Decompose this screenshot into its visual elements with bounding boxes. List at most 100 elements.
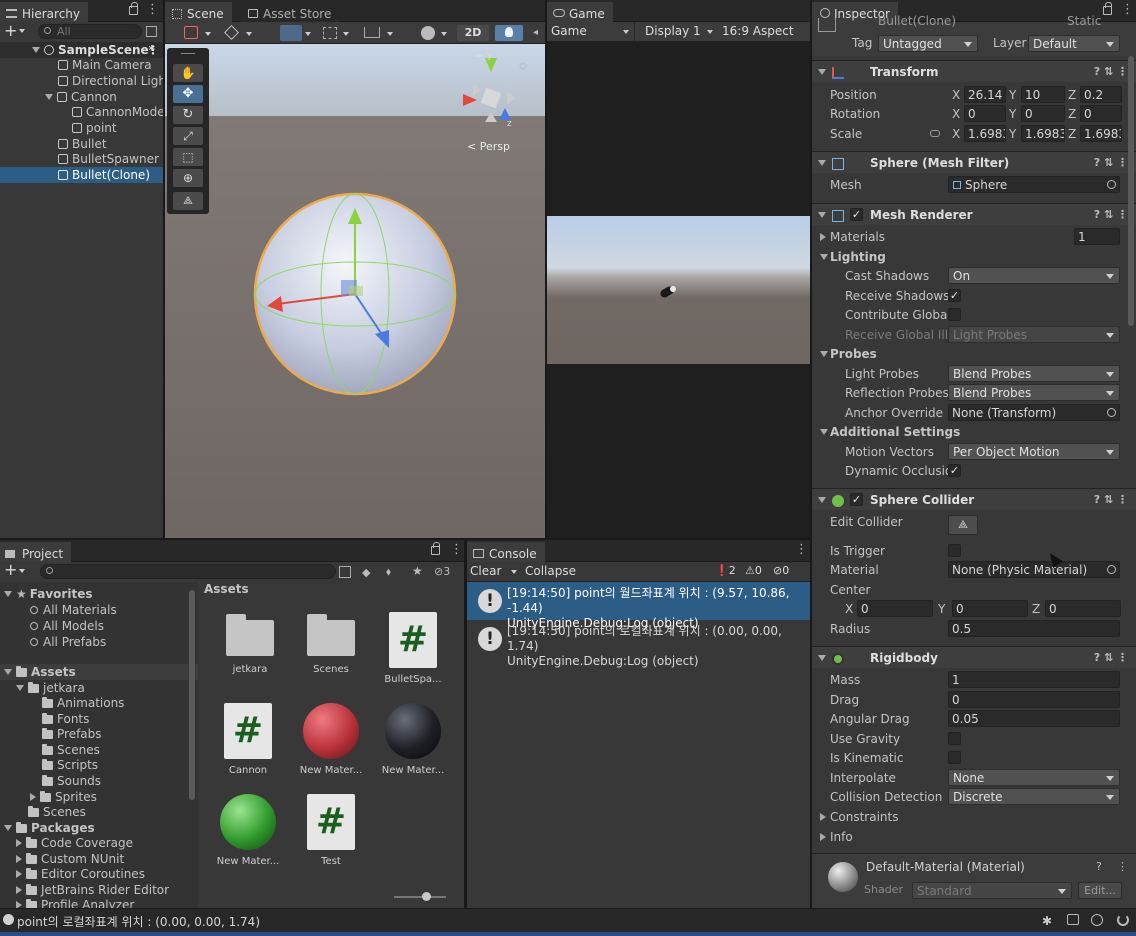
mesh-renderer-enabled-checkbox[interactable]: ✓ [850, 208, 863, 221]
package-editor-coroutines[interactable]: Editor Coroutines [0, 866, 198, 882]
snap-increment-icon[interactable] [323, 27, 337, 39]
angular-drag-field[interactable]: 0.05 [948, 710, 1120, 727]
tree-folder-sounds[interactable]: Sounds [0, 773, 198, 789]
project-tree-scrollbar[interactable] [189, 590, 195, 800]
scale-x-field[interactable]: 1.6983 [964, 125, 1006, 142]
position-z-field[interactable]: 0.2 [1080, 86, 1122, 103]
package-profile-analyzer[interactable]: Profile Analyzer [0, 897, 198, 908]
motion-vectors-dropdown[interactable]: Per Object Motion [948, 443, 1120, 460]
component-header-icons[interactable]: ? ⇅ ⋮ [1094, 61, 1128, 83]
center-z-field[interactable]: 0 [1045, 600, 1121, 617]
chevron-down-icon[interactable] [343, 32, 349, 36]
debug-bug-icon[interactable]: ✱ [1042, 914, 1052, 928]
expand-icon[interactable] [820, 813, 826, 821]
move-tool-icon[interactable]: ✥ [173, 85, 203, 103]
auto-generate-lighting-icon[interactable] [1091, 914, 1103, 926]
component-header-icons[interactable]: ? ⇅ ⋮ [1094, 204, 1128, 226]
game-view-dropdown[interactable]: Game [547, 22, 635, 41]
center-x-field[interactable]: 0 [857, 600, 933, 617]
expand-icon[interactable] [16, 839, 22, 847]
rect-tool-icon[interactable]: ⬚ [173, 148, 203, 166]
package-custom-nunit[interactable]: Custom NUnit [0, 851, 198, 867]
scale-y-field[interactable]: 1.6983 [1021, 125, 1065, 142]
drag-field[interactable]: 0 [948, 691, 1120, 708]
asset-folder-scenes[interactable]: Scenes [293, 608, 369, 675]
status-message[interactable]: point의 로컬좌표계 위치 : (0.00, 0.00, 1.74) [17, 913, 260, 930]
asset-material-black[interactable]: New Mater... [375, 703, 451, 776]
perspective-label[interactable]: < Persp [467, 140, 510, 153]
tree-folder-scenes-root[interactable]: Scenes [0, 804, 198, 820]
chevron-down-icon[interactable] [205, 32, 211, 36]
fold-icon[interactable] [16, 685, 24, 691]
tab-project[interactable]: Project [0, 542, 72, 562]
mesh-renderer-header[interactable]: ✓ Mesh Renderer ? ⇅ ⋮ [812, 203, 1136, 225]
transform-tool-icon[interactable]: ⊕ [173, 169, 203, 187]
position-x-field[interactable]: 26.14 [964, 86, 1006, 103]
scale-z-field[interactable]: 1.6983 [1080, 125, 1122, 142]
is-kinematic-checkbox[interactable] [948, 751, 961, 764]
lock-icon[interactable] [129, 2, 138, 15]
filter-by-type-icon[interactable]: ◆ [362, 566, 370, 579]
chevron-down-icon[interactable] [19, 29, 25, 33]
hierarchy-item-cannon[interactable]: Cannon [0, 89, 163, 105]
object-picker-icon[interactable] [1107, 180, 1116, 189]
expand-icon[interactable] [16, 855, 22, 863]
hierarchy-item-samplescene[interactable]: SampleScene* ⋮ [0, 42, 163, 58]
more-options-icon[interactable]: ⋮ [450, 543, 463, 559]
package-jetbrains-rider[interactable]: JetBrains Rider Editor [0, 882, 198, 898]
is-trigger-checkbox[interactable] [948, 544, 961, 557]
tree-folder-sprites[interactable]: Sprites [0, 789, 198, 805]
hierarchy-item-main-camera[interactable]: Main Camera [0, 57, 163, 73]
fold-icon[interactable] [4, 669, 12, 675]
materials-count-field[interactable]: 1 [1074, 228, 1120, 245]
warning-toggle[interactable]: ⚠0 [745, 564, 762, 577]
hierarchy-item-bulletspawner[interactable]: BulletSpawner [0, 151, 163, 167]
scale-tool-icon[interactable]: ⤢ [173, 127, 203, 145]
more-options-icon[interactable]: ⋮ [795, 543, 808, 559]
shader-dropdown[interactable]: Standard [912, 882, 1072, 899]
layer-dropdown[interactable]: Default [1028, 35, 1120, 52]
hierarchy-search-input[interactable]: All [38, 24, 142, 39]
search-by-type-icon[interactable] [339, 566, 351, 578]
lock-icon[interactable] [431, 542, 440, 555]
asset-script-cannon[interactable]: Cannon [210, 703, 286, 776]
component-header-icons[interactable]: ? ⇅ ⋮ [1094, 647, 1128, 669]
tree-folder-prefabs[interactable]: Prefabs [0, 726, 198, 742]
tree-folder-animations[interactable]: Animations [0, 695, 198, 711]
search-options-icon[interactable] [146, 26, 157, 37]
tree-folder-fonts[interactable]: Fonts [0, 711, 198, 727]
collapse-button[interactable]: Collapse [525, 564, 576, 578]
thumbnail-size-handle[interactable] [422, 892, 431, 901]
lock-icon[interactable] [1103, 2, 1112, 15]
hand-tool-icon[interactable]: ✋ [173, 64, 203, 82]
favorite-star-icon[interactable]: ★ [412, 564, 423, 578]
fold-icon[interactable] [4, 825, 12, 831]
sphere-collider-enabled-checkbox[interactable]: ✓ [850, 493, 863, 506]
favorites-header[interactable]: ★ Favorites [0, 586, 198, 602]
rotation-y-field[interactable]: 0 [1021, 105, 1065, 122]
custom-tool-icon[interactable]: ⟁ [173, 192, 203, 210]
fold-icon[interactable] [818, 212, 826, 218]
contribute-gi-checkbox[interactable] [948, 308, 961, 321]
transform-header[interactable]: Transform ? ⇅ ⋮ [812, 60, 1136, 82]
fold-icon[interactable] [32, 47, 40, 53]
probes-section[interactable]: Probes [812, 344, 1136, 364]
favorite-all-models[interactable]: All Models [0, 618, 198, 634]
hierarchy-item-point[interactable]: point [0, 120, 163, 136]
radius-field[interactable]: 0.5 [948, 620, 1120, 637]
scene-orientation-gizmo[interactable] [455, 50, 535, 135]
draw-mode-icon[interactable] [184, 26, 198, 39]
center-y-field[interactable]: 0 [952, 600, 1028, 617]
material-help-icon[interactable]: ? [1096, 860, 1102, 873]
hierarchy-item-cannonmode[interactable]: CannonMode [0, 104, 163, 120]
selected-sphere[interactable] [251, 190, 461, 400]
position-y-field[interactable]: 10 [1021, 86, 1065, 103]
rotation-x-field[interactable]: 0 [964, 105, 1006, 122]
asset-folder-jetkara[interactable]: jetkara [212, 608, 288, 675]
light-probes-dropdown[interactable]: Blend Probes [948, 365, 1120, 382]
project-search-input[interactable] [40, 564, 336, 579]
add-icon[interactable]: + [4, 21, 17, 40]
expand-icon[interactable] [820, 233, 826, 241]
tag-dropdown[interactable]: Untagged [878, 35, 978, 52]
fold-icon[interactable] [4, 591, 12, 597]
